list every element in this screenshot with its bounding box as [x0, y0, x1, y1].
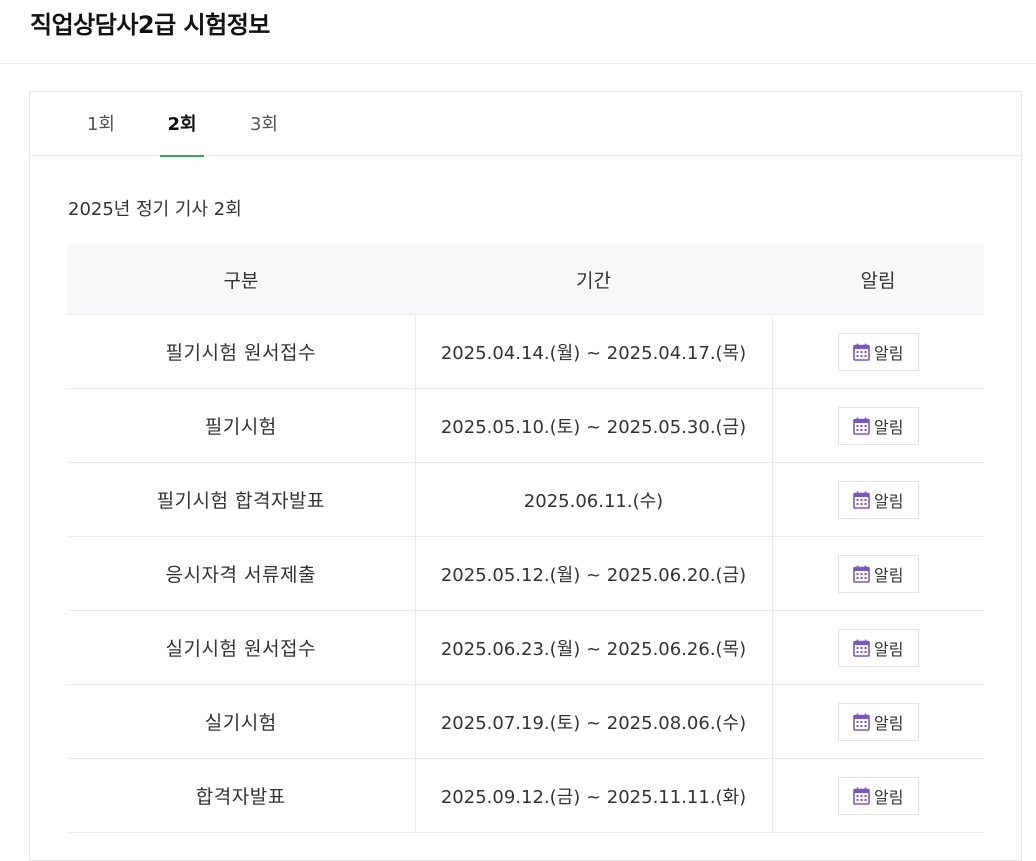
tab-session-2[interactable]: 2회: [160, 92, 204, 157]
calendar-icon: [853, 491, 870, 509]
alert-label: 알림: [874, 565, 904, 585]
alert-label: 알림: [874, 417, 904, 437]
page-title: 직업상담사2급 시험정보: [30, 11, 270, 39]
row-period: 2025.07.19.(토) ~ 2025.08.06.(수): [440, 712, 747, 734]
alert-label: 알림: [874, 639, 904, 659]
row-period: 2025.06.23.(월) ~ 2025.06.26.(목): [440, 638, 747, 660]
alert-button[interactable]: 알림: [837, 702, 919, 741]
calendar-icon: [853, 787, 870, 805]
tab-session-1[interactable]: 1회: [85, 92, 117, 156]
alert-button[interactable]: 알림: [837, 332, 919, 371]
session-tabs: 1회 2회 3회: [30, 92, 1021, 157]
header-category: 구분: [67, 244, 415, 315]
table-row: 응시자격 서류제출 2025.05.12.(월) ~ 2025.06.20.(금…: [67, 536, 984, 611]
schedule-table: 구분 기간 알림 필기시험 원서접수 2025.04.14.(월) ~ 2025…: [67, 244, 984, 833]
alert-button[interactable]: 알림: [837, 406, 919, 445]
alert-button[interactable]: 알림: [837, 628, 919, 667]
table-row: 필기시험 합격자발표 2025.06.11.(수) 알림: [67, 462, 984, 537]
row-period: 2025.06.11.(수): [523, 490, 664, 512]
session-title: 2025년 정기 기사 2회: [68, 199, 242, 220]
row-period: 2025.09.12.(금) ~ 2025.11.11.(화): [440, 786, 747, 808]
calendar-icon: [853, 639, 870, 657]
table-row: 합격자발표 2025.09.12.(금) ~ 2025.11.11.(화) 알림: [67, 758, 984, 833]
row-category: 합격자발표: [195, 786, 286, 808]
table-row: 실기시험 2025.07.19.(토) ~ 2025.08.06.(수) 알림: [67, 684, 984, 759]
row-category: 실기시험: [204, 712, 277, 734]
schedule-body: 필기시험 원서접수 2025.04.14.(월) ~ 2025.04.17.(목…: [67, 314, 984, 833]
header-alert: 알림: [772, 244, 984, 315]
row-category: 필기시험 원서접수: [165, 342, 316, 364]
row-category: 응시자격 서류제출: [165, 564, 316, 586]
alert-label: 알림: [874, 491, 904, 511]
calendar-icon: [853, 713, 870, 731]
row-category: 실기시험 원서접수: [165, 638, 316, 660]
header-period: 기간: [415, 244, 772, 315]
alert-label: 알림: [874, 713, 904, 733]
row-period: 2025.04.14.(월) ~ 2025.04.17.(목): [440, 342, 747, 364]
table-row: 실기시험 원서접수 2025.06.23.(월) ~ 2025.06.26.(목…: [67, 610, 984, 685]
row-category: 필기시험: [204, 416, 277, 438]
tab-session-3[interactable]: 3회: [248, 92, 280, 156]
row-category: 필기시험 합격자발표: [156, 490, 325, 512]
page-header: 직업상담사2급 시험정보: [0, 0, 1036, 64]
alert-button[interactable]: 알림: [837, 776, 919, 815]
alert-button[interactable]: 알림: [837, 480, 919, 519]
calendar-icon: [853, 343, 870, 361]
table-header-row: 구분 기간 알림: [67, 244, 984, 315]
row-period: 2025.05.10.(토) ~ 2025.05.30.(금): [440, 416, 747, 438]
table-row: 필기시험 원서접수 2025.04.14.(월) ~ 2025.04.17.(목…: [67, 314, 984, 389]
row-period: 2025.05.12.(월) ~ 2025.06.20.(금): [440, 564, 747, 586]
table-row: 필기시험 2025.05.10.(토) ~ 2025.05.30.(금) 알림: [67, 388, 984, 463]
calendar-icon: [853, 565, 870, 583]
alert-label: 알림: [874, 787, 904, 807]
alert-button[interactable]: 알림: [837, 554, 919, 593]
alert-label: 알림: [874, 343, 904, 363]
exam-info-card: 1회 2회 3회 2025년 정기 기사 2회 구분 기간 알림 필기시험 원서…: [29, 91, 1022, 861]
calendar-icon: [853, 417, 870, 435]
